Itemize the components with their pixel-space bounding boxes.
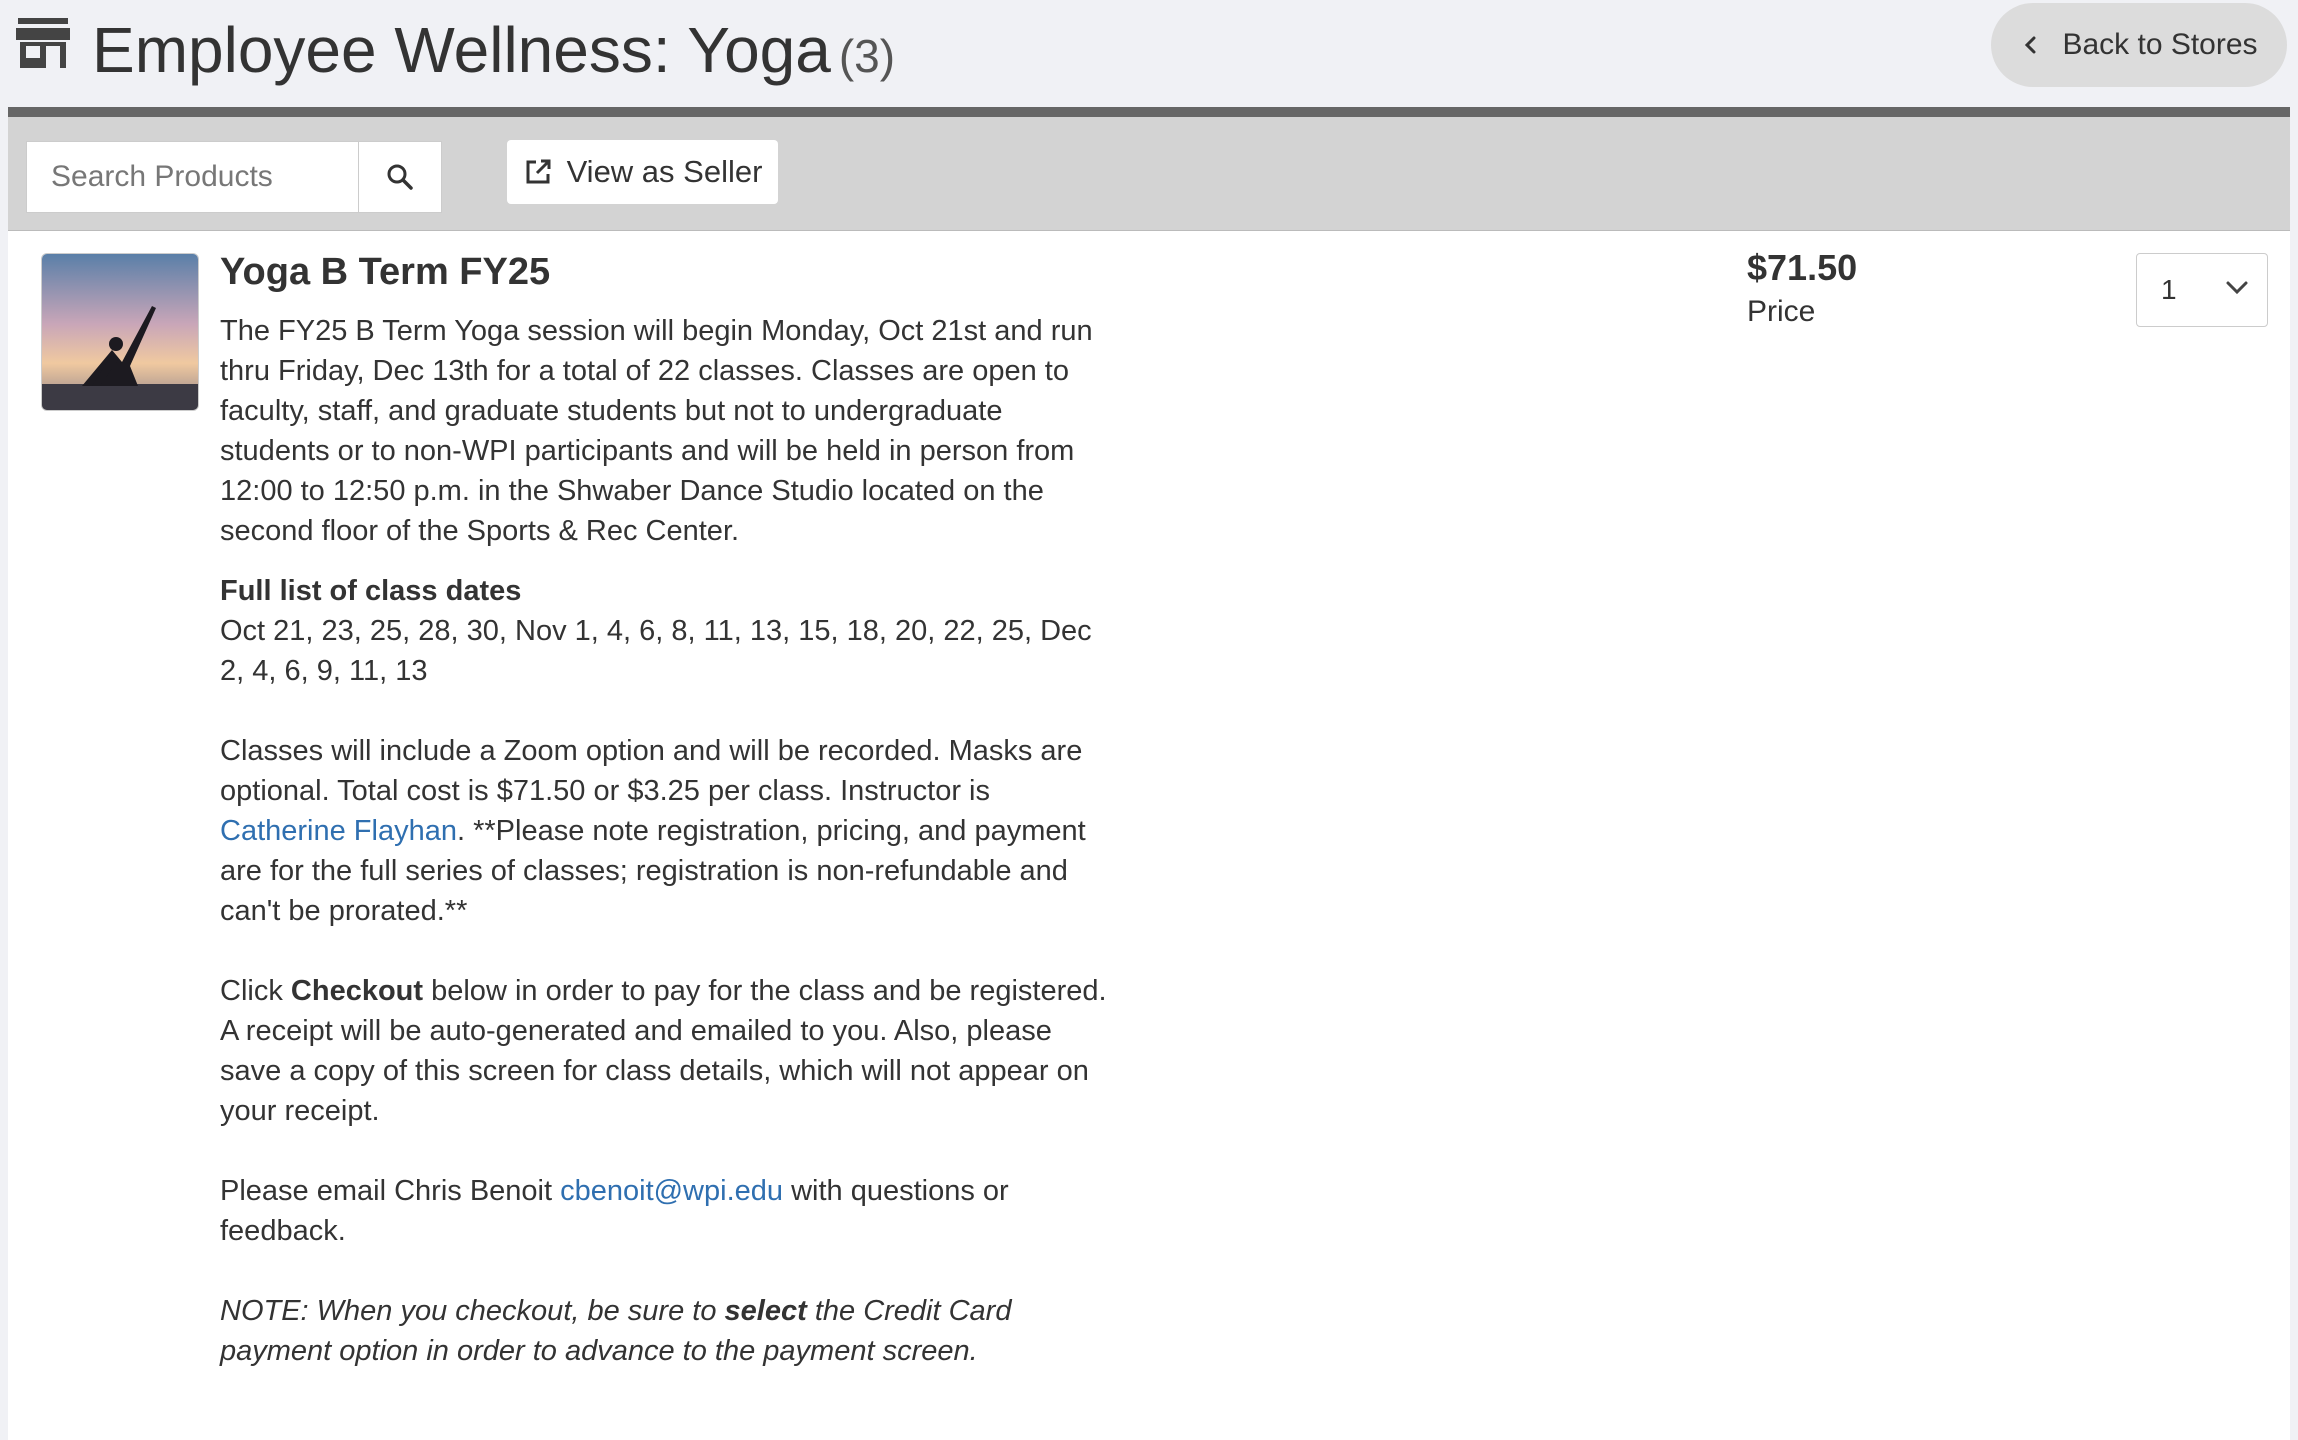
product-description: The FY25 B Term Yoga session will begin … <box>220 311 1120 1371</box>
search-input[interactable] <box>26 141 358 213</box>
zoom-paragraph: Classes will include a Zoom option and w… <box>220 735 1086 927</box>
chevron-down-icon <box>2226 281 2248 295</box>
email-link[interactable]: cbenoit@wpi.edu <box>560 1175 783 1207</box>
product-price: $71.50 <box>1747 247 1858 288</box>
chevron-left-icon <box>2025 36 2036 54</box>
price-label: Price <box>1747 295 1816 328</box>
quantity-value: 1 <box>2161 274 2177 305</box>
back-to-stores-button[interactable]: Back to Stores <box>1991 3 2287 87</box>
description-intro: The FY25 B Term Yoga session will begin … <box>220 315 1093 547</box>
external-link-icon <box>526 159 551 184</box>
quantity-select[interactable]: 1 <box>2136 253 2268 327</box>
product-list: Yoga B Term FY25 The FY25 B Term Yoga se… <box>8 231 2290 1440</box>
search-button[interactable] <box>358 141 442 213</box>
view-as-seller-button[interactable]: View as Seller <box>507 140 778 204</box>
dates-heading: Full list of class dates <box>220 575 522 607</box>
product-count: (3) <box>838 30 896 82</box>
header-divider <box>8 107 2290 117</box>
page-header: Employee Wellness: Yoga (3) Back to Store… <box>0 0 2298 108</box>
note-paragraph: NOTE: When you checkout, be sure to sele… <box>220 1295 1012 1367</box>
back-label: Back to Stores <box>2062 28 2258 61</box>
yoga-pose-image <box>42 254 198 410</box>
checkout-paragraph: Click Checkout below in order to pay for… <box>220 975 1107 1127</box>
product-title[interactable]: Yoga B Term FY25 <box>220 251 550 294</box>
store-icon <box>16 18 70 68</box>
product-thumbnail[interactable] <box>41 253 199 411</box>
view-as-seller-label: View as Seller <box>566 154 763 189</box>
email-paragraph: Please email Chris Benoit cbenoit@wpi.ed… <box>220 1175 1009 1247</box>
store-title: Employee Wellness: Yoga <box>92 14 831 86</box>
search-icon <box>387 164 413 190</box>
class-dates: Oct 21, 23, 25, 28, 30, Nov 1, 4, 6, 8, … <box>220 615 1092 687</box>
toolbar: View as Seller <box>8 117 2290 231</box>
page-title: Employee Wellness: Yoga (3) <box>92 10 895 96</box>
instructor-link[interactable]: Catherine Flayhan <box>220 815 457 847</box>
